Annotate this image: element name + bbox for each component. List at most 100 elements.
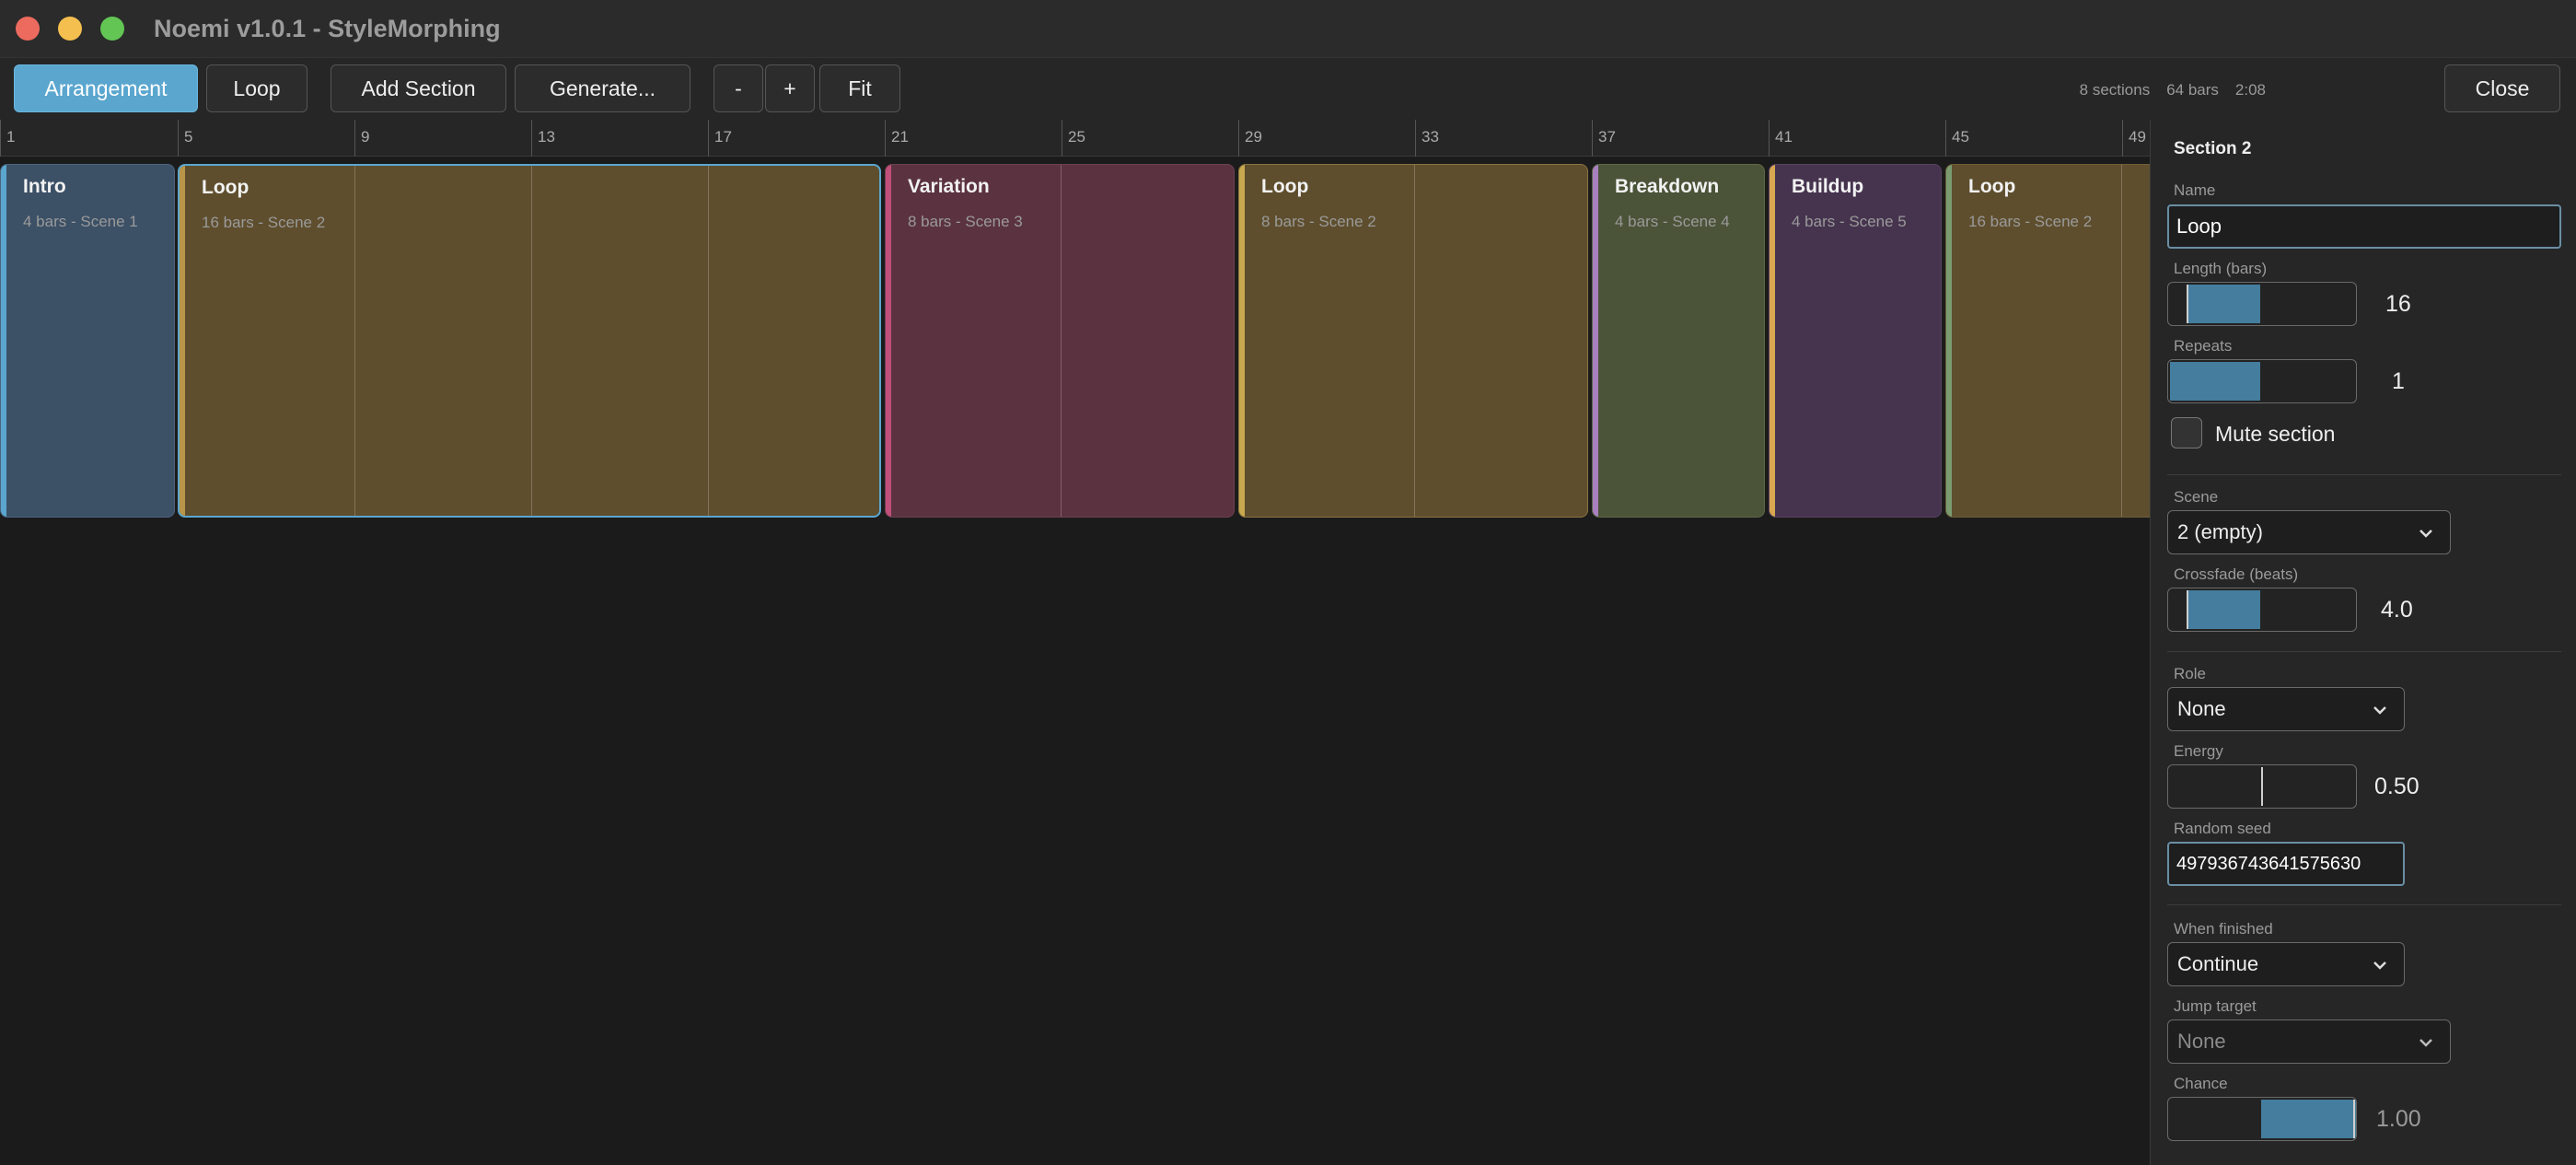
repeats-label: Repeats	[2174, 337, 2233, 355]
jump-target-label: Jump target	[2174, 997, 2257, 1015]
jump-target-value: None	[2177, 1030, 2226, 1053]
slider-handle[interactable]	[2187, 285, 2188, 323]
chevron-down-icon	[2419, 1039, 2432, 1047]
mute-section-checkbox[interactable]	[2171, 417, 2202, 449]
section-info: 4 bars - Scene 4	[1615, 213, 1730, 230]
ruler-tick: 45	[1945, 120, 1969, 157]
section-info: 16 bars - Scene 2	[202, 214, 326, 231]
crossfade-slider[interactable]	[2167, 588, 2357, 632]
energy-label: Energy	[2174, 742, 2223, 760]
section-block-buildup[interactable]: Buildup 4 bars - Scene 5	[1769, 164, 1942, 518]
jump-target-select[interactable]: None	[2167, 1019, 2451, 1064]
section-block-loop-3[interactable]: Loop 16 bars - Scene 2	[1945, 164, 2150, 518]
slider-handle[interactable]	[2353, 1100, 2355, 1138]
section-color-stripe	[1946, 165, 1952, 517]
section-block-variation[interactable]: Variation 8 bars - Scene 3	[885, 164, 1235, 518]
length-slider[interactable]	[2167, 282, 2357, 326]
bar-divider	[531, 166, 532, 516]
section-name: Breakdown	[1615, 176, 1720, 197]
arrangement-timeline[interactable]: Intro 4 bars - Scene 1 Loop 16 bars - Sc…	[0, 157, 2150, 1165]
section-name-field[interactable]: Loop	[2167, 204, 2561, 249]
section-name: Loop	[1261, 176, 1309, 197]
ruler-tick: 49	[2122, 120, 2146, 157]
role-select[interactable]: None	[2167, 687, 2405, 731]
ruler-tick: 1	[0, 120, 15, 157]
slider-fill	[2187, 285, 2260, 323]
chevron-down-icon	[2419, 530, 2432, 538]
ruler-tick: 41	[1769, 120, 1793, 157]
ruler-label: 41	[1775, 128, 1793, 146]
scene-select[interactable]: 2 (empty)	[2167, 510, 2451, 554]
section-info: 16 bars - Scene 2	[1968, 213, 2093, 230]
slider-fill	[2261, 1100, 2356, 1138]
when-finished-label: When finished	[2174, 920, 2273, 938]
zoom-window-button[interactable]	[100, 17, 124, 41]
zoom-in-button[interactable]: +	[765, 64, 815, 112]
ruler-label: 5	[184, 128, 193, 146]
ruler-label: 33	[1421, 128, 1439, 146]
add-section-button[interactable]: Add Section	[331, 64, 506, 112]
title-bar: Noemi v1.0.1 - StyleMorphing	[0, 0, 2576, 57]
ruler-tick: 13	[531, 120, 555, 157]
seed-label: Random seed	[2174, 820, 2271, 837]
loop-tab[interactable]: Loop	[206, 64, 307, 112]
random-seed-field[interactable]: 497936743641575630	[2167, 842, 2405, 886]
zoom-out-button[interactable]: -	[714, 64, 763, 112]
bar-ruler[interactable]: 1 5 9 13 17 21 25 29 33 37 41 45 49	[0, 120, 2150, 157]
arrangement-tab[interactable]: Arrangement	[14, 64, 198, 112]
ruler-label: 13	[538, 128, 555, 146]
section-block-breakdown[interactable]: Breakdown 4 bars - Scene 4	[1592, 164, 1765, 518]
crossfade-value: 4.0	[2381, 597, 2413, 623]
chance-slider[interactable]	[2167, 1097, 2357, 1141]
generate-button[interactable]: Generate...	[515, 64, 690, 112]
bar-divider	[708, 166, 709, 516]
minimize-window-button[interactable]	[58, 17, 82, 41]
when-finished-value: Continue	[2177, 952, 2259, 975]
name-label: Name	[2174, 181, 2216, 199]
scene-label: Scene	[2174, 488, 2219, 506]
ruler-label: 49	[2129, 128, 2146, 146]
ruler-label: 45	[1952, 128, 1969, 146]
section-block-loop-selected[interactable]: Loop 16 bars - Scene 2	[178, 164, 881, 518]
role-value: None	[2177, 697, 2226, 720]
inspector-title: Section 2	[2174, 139, 2252, 158]
section-color-stripe	[1770, 165, 1775, 517]
section-color-stripe	[1593, 165, 1598, 517]
energy-value: 0.50	[2374, 774, 2419, 799]
ruler-label: 29	[1245, 128, 1262, 146]
section-info: 8 bars - Scene 2	[1261, 213, 1376, 230]
section-name: Buildup	[1792, 176, 1864, 197]
section-name: Variation	[908, 176, 990, 197]
ruler-label: 1	[6, 128, 16, 146]
fit-button[interactable]: Fit	[819, 64, 900, 112]
divider	[2167, 904, 2561, 905]
bar-divider	[1414, 165, 1415, 517]
ruler-tick: 29	[1238, 120, 1262, 157]
divider	[2167, 474, 2561, 475]
section-block-loop-2[interactable]: Loop 8 bars - Scene 2	[1238, 164, 1588, 518]
ruler-tick: 21	[885, 120, 909, 157]
window-title: Noemi v1.0.1 - StyleMorphing	[154, 15, 501, 42]
repeats-slider[interactable]	[2167, 359, 2357, 403]
ruler-label: 17	[714, 128, 732, 146]
close-button[interactable]: Close	[2444, 64, 2560, 112]
section-name: Loop	[202, 177, 249, 198]
slider-handle[interactable]	[2261, 767, 2263, 806]
mute-section-label[interactable]: Mute section	[2215, 422, 2335, 447]
ruler-tick: 9	[354, 120, 369, 157]
length-label: Length (bars)	[2174, 260, 2268, 277]
close-window-button[interactable]	[16, 17, 40, 41]
section-block-intro[interactable]: Intro 4 bars - Scene 1	[0, 164, 175, 518]
section-color-stripe	[180, 166, 185, 516]
ruler-tick: 33	[1415, 120, 1439, 157]
ruler-tick: 5	[178, 120, 192, 157]
ruler-label: 9	[361, 128, 370, 146]
section-color-stripe	[1, 165, 6, 517]
when-finished-select[interactable]: Continue	[2167, 942, 2405, 986]
scene-value: 2 (empty)	[2177, 520, 2263, 543]
section-name: Intro	[23, 176, 66, 197]
energy-slider[interactable]	[2167, 764, 2357, 809]
divider	[2167, 651, 2561, 652]
slider-handle[interactable]	[2187, 590, 2188, 629]
slider-fill	[2187, 590, 2260, 629]
